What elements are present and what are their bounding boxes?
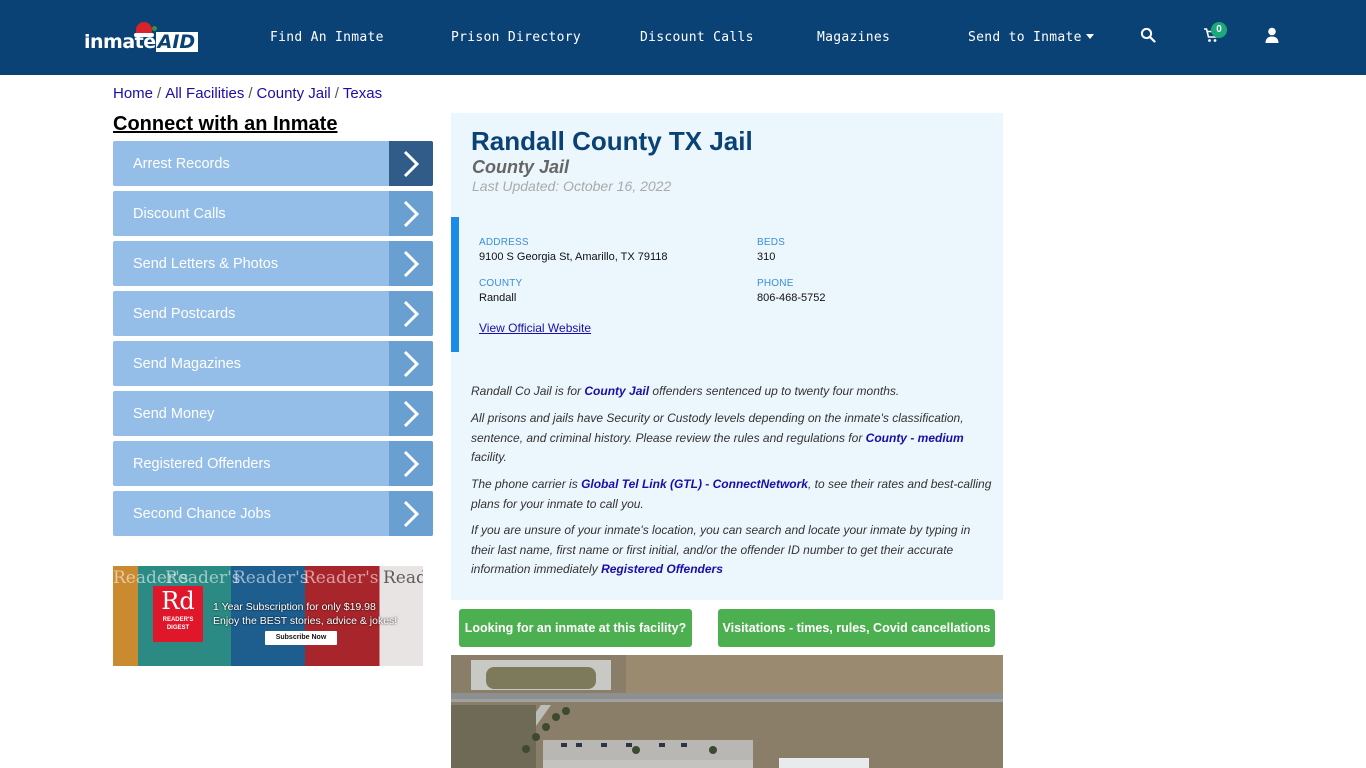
ad-brand-sub: READER'S DIGEST	[162, 617, 194, 631]
breadcrumb-all-facilities[interactable]: All Facilities	[165, 85, 244, 102]
caret-down-icon	[1085, 34, 1094, 39]
subscribe-now-button[interactable]: Subscribe Now	[265, 631, 337, 645]
breadcrumb-separator: /	[334, 85, 339, 102]
phone-value: 806-468-5752	[757, 292, 826, 304]
phone-carrier-link[interactable]: Global Tel Link (GTL) - ConnectNetwork	[581, 477, 808, 491]
nav-discount-calls[interactable]: Discount Calls	[640, 30, 754, 45]
last-updated: Last Updated: October 16, 2022	[472, 178, 672, 194]
beds-value: 310	[757, 251, 776, 263]
nav-send-to-inmate[interactable]: Send to Inmate	[968, 30, 1094, 45]
text: offenders sentenced up to twenty four mo…	[649, 384, 900, 398]
sidebar-item-label: Send Money	[133, 405, 215, 422]
user-icon[interactable]	[1265, 27, 1285, 47]
sidebar-item-label: Second Chance Jobs	[133, 505, 271, 522]
readers-digest-logo: Rd READER'S DIGEST	[153, 586, 203, 642]
sidebar-item-label: Registered Offenders	[133, 455, 271, 472]
cart-count-badge: 0	[1211, 22, 1227, 38]
text: The phone carrier is	[471, 477, 582, 491]
visitations-button[interactable]: Visitations - times, rules, Covid cancel…	[718, 609, 995, 647]
chevron-right-icon	[389, 441, 433, 486]
description-paragraph: All prisons and jails have Security or C…	[471, 409, 996, 468]
sidebar-menu: Arrest Records Discount Calls Send Lette…	[113, 141, 433, 541]
breadcrumb: Home / All Facilities / County Jail / Texas	[113, 85, 382, 102]
magazine-cover-title: Reader's	[233, 568, 309, 588]
breadcrumb-county-jail[interactable]: County Jail	[257, 85, 331, 102]
breadcrumb-separator: /	[248, 85, 253, 102]
breadcrumb-home[interactable]: Home	[113, 85, 153, 102]
nav-magazines[interactable]: Magazines	[817, 30, 890, 45]
breadcrumb-separator: /	[157, 85, 162, 102]
chevron-right-icon	[389, 491, 433, 536]
sidebar-item-arrest-records[interactable]: Arrest Records	[113, 141, 433, 186]
sidebar-item-label: Discount Calls	[133, 205, 226, 222]
description-paragraph: If you are unsure of your inmate's locat…	[471, 521, 996, 580]
breadcrumb-texas[interactable]: Texas	[343, 85, 382, 102]
county-jail-link[interactable]: County Jail	[584, 384, 649, 398]
nav-find-an-inmate[interactable]: Find An Inmate	[270, 30, 384, 45]
phone-label: PHONE	[757, 278, 794, 289]
text: Randall Co Jail is for	[471, 384, 585, 398]
county-value: Randall	[479, 292, 517, 304]
ad-headline: 1 Year Subscription for only $19.98	[213, 601, 376, 613]
nav-send-to-inmate-label: Send to Inmate	[968, 30, 1082, 45]
sidebar-item-label: Send Letters & Photos	[133, 255, 279, 272]
facility-aerial-photo	[451, 655, 1003, 768]
sidebar-item-label: Arrest Records	[133, 155, 230, 172]
text: facility.	[471, 450, 507, 464]
registered-offenders-link[interactable]: Registered Offenders	[601, 562, 723, 576]
chevron-right-icon	[389, 191, 433, 236]
find-inmate-at-facility-button[interactable]: Looking for an inmate at this facility?	[459, 609, 692, 647]
chevron-right-icon	[389, 391, 433, 436]
address-value: 9100 S Georgia St, Amarillo, TX 79118	[479, 251, 668, 263]
chevron-right-icon	[389, 341, 433, 386]
readers-digest-ad-banner[interactable]: Reader's Reader's Reader's Reader's Read…	[113, 566, 423, 666]
sidebar-item-second-chance-jobs[interactable]: Second Chance Jobs	[113, 491, 433, 536]
sidebar-item-send-money[interactable]: Send Money	[113, 391, 433, 436]
facility-name: Randall County TX Jail	[471, 126, 753, 156]
description-paragraph: Randall Co Jail is for County Jail offen…	[471, 382, 996, 402]
magazine-cover-title: Reader's	[303, 568, 379, 588]
sidebar-item-send-letters-photos[interactable]: Send Letters & Photos	[113, 241, 433, 286]
sidebar-item-send-postcards[interactable]: Send Postcards	[113, 291, 433, 336]
sidebar-item-send-magazines[interactable]: Send Magazines	[113, 341, 433, 386]
sidebar-item-label: Send Magazines	[133, 355, 242, 372]
address-label: ADDRESS	[479, 237, 529, 248]
beds-label: BEDS	[757, 237, 786, 248]
nav-prison-directory[interactable]: Prison Directory	[451, 30, 581, 45]
inmateaid-logo[interactable]: inmate AID	[84, 22, 199, 56]
magazine-cover-title: Reader's	[165, 568, 241, 588]
ad-subheadline: Enjoy the BEST stories, advice & jokes!	[213, 615, 398, 627]
logo-accent: AID	[155, 32, 199, 52]
sidebar-item-label: Send Postcards	[133, 305, 236, 322]
sidebar-title: Connect with an Inmate	[113, 113, 338, 135]
aerial-photo-graphic	[451, 655, 1003, 768]
description-paragraph: The phone carrier is Global Tel Link (GT…	[471, 475, 996, 514]
sidebar-item-registered-offenders[interactable]: Registered Offenders	[113, 441, 433, 486]
chevron-right-icon	[389, 291, 433, 336]
facility-type: County Jail	[472, 157, 570, 177]
sidebar-item-discount-calls[interactable]: Discount Calls	[113, 191, 433, 236]
chevron-right-icon	[389, 141, 433, 186]
santa-hat-icon	[134, 22, 157, 37]
security-level-link[interactable]: County - medium	[866, 431, 964, 445]
ad-brand: Rd	[161, 587, 195, 615]
view-official-website-link[interactable]: View Official Website	[479, 321, 591, 335]
top-navbar: inmate AID Find An Inmate Prison Directo…	[0, 0, 1366, 75]
magazine-cover-title: Reader's	[383, 568, 423, 588]
county-label: COUNTY	[479, 278, 523, 289]
search-icon[interactable]	[1140, 27, 1160, 47]
chevron-right-icon	[389, 241, 433, 286]
